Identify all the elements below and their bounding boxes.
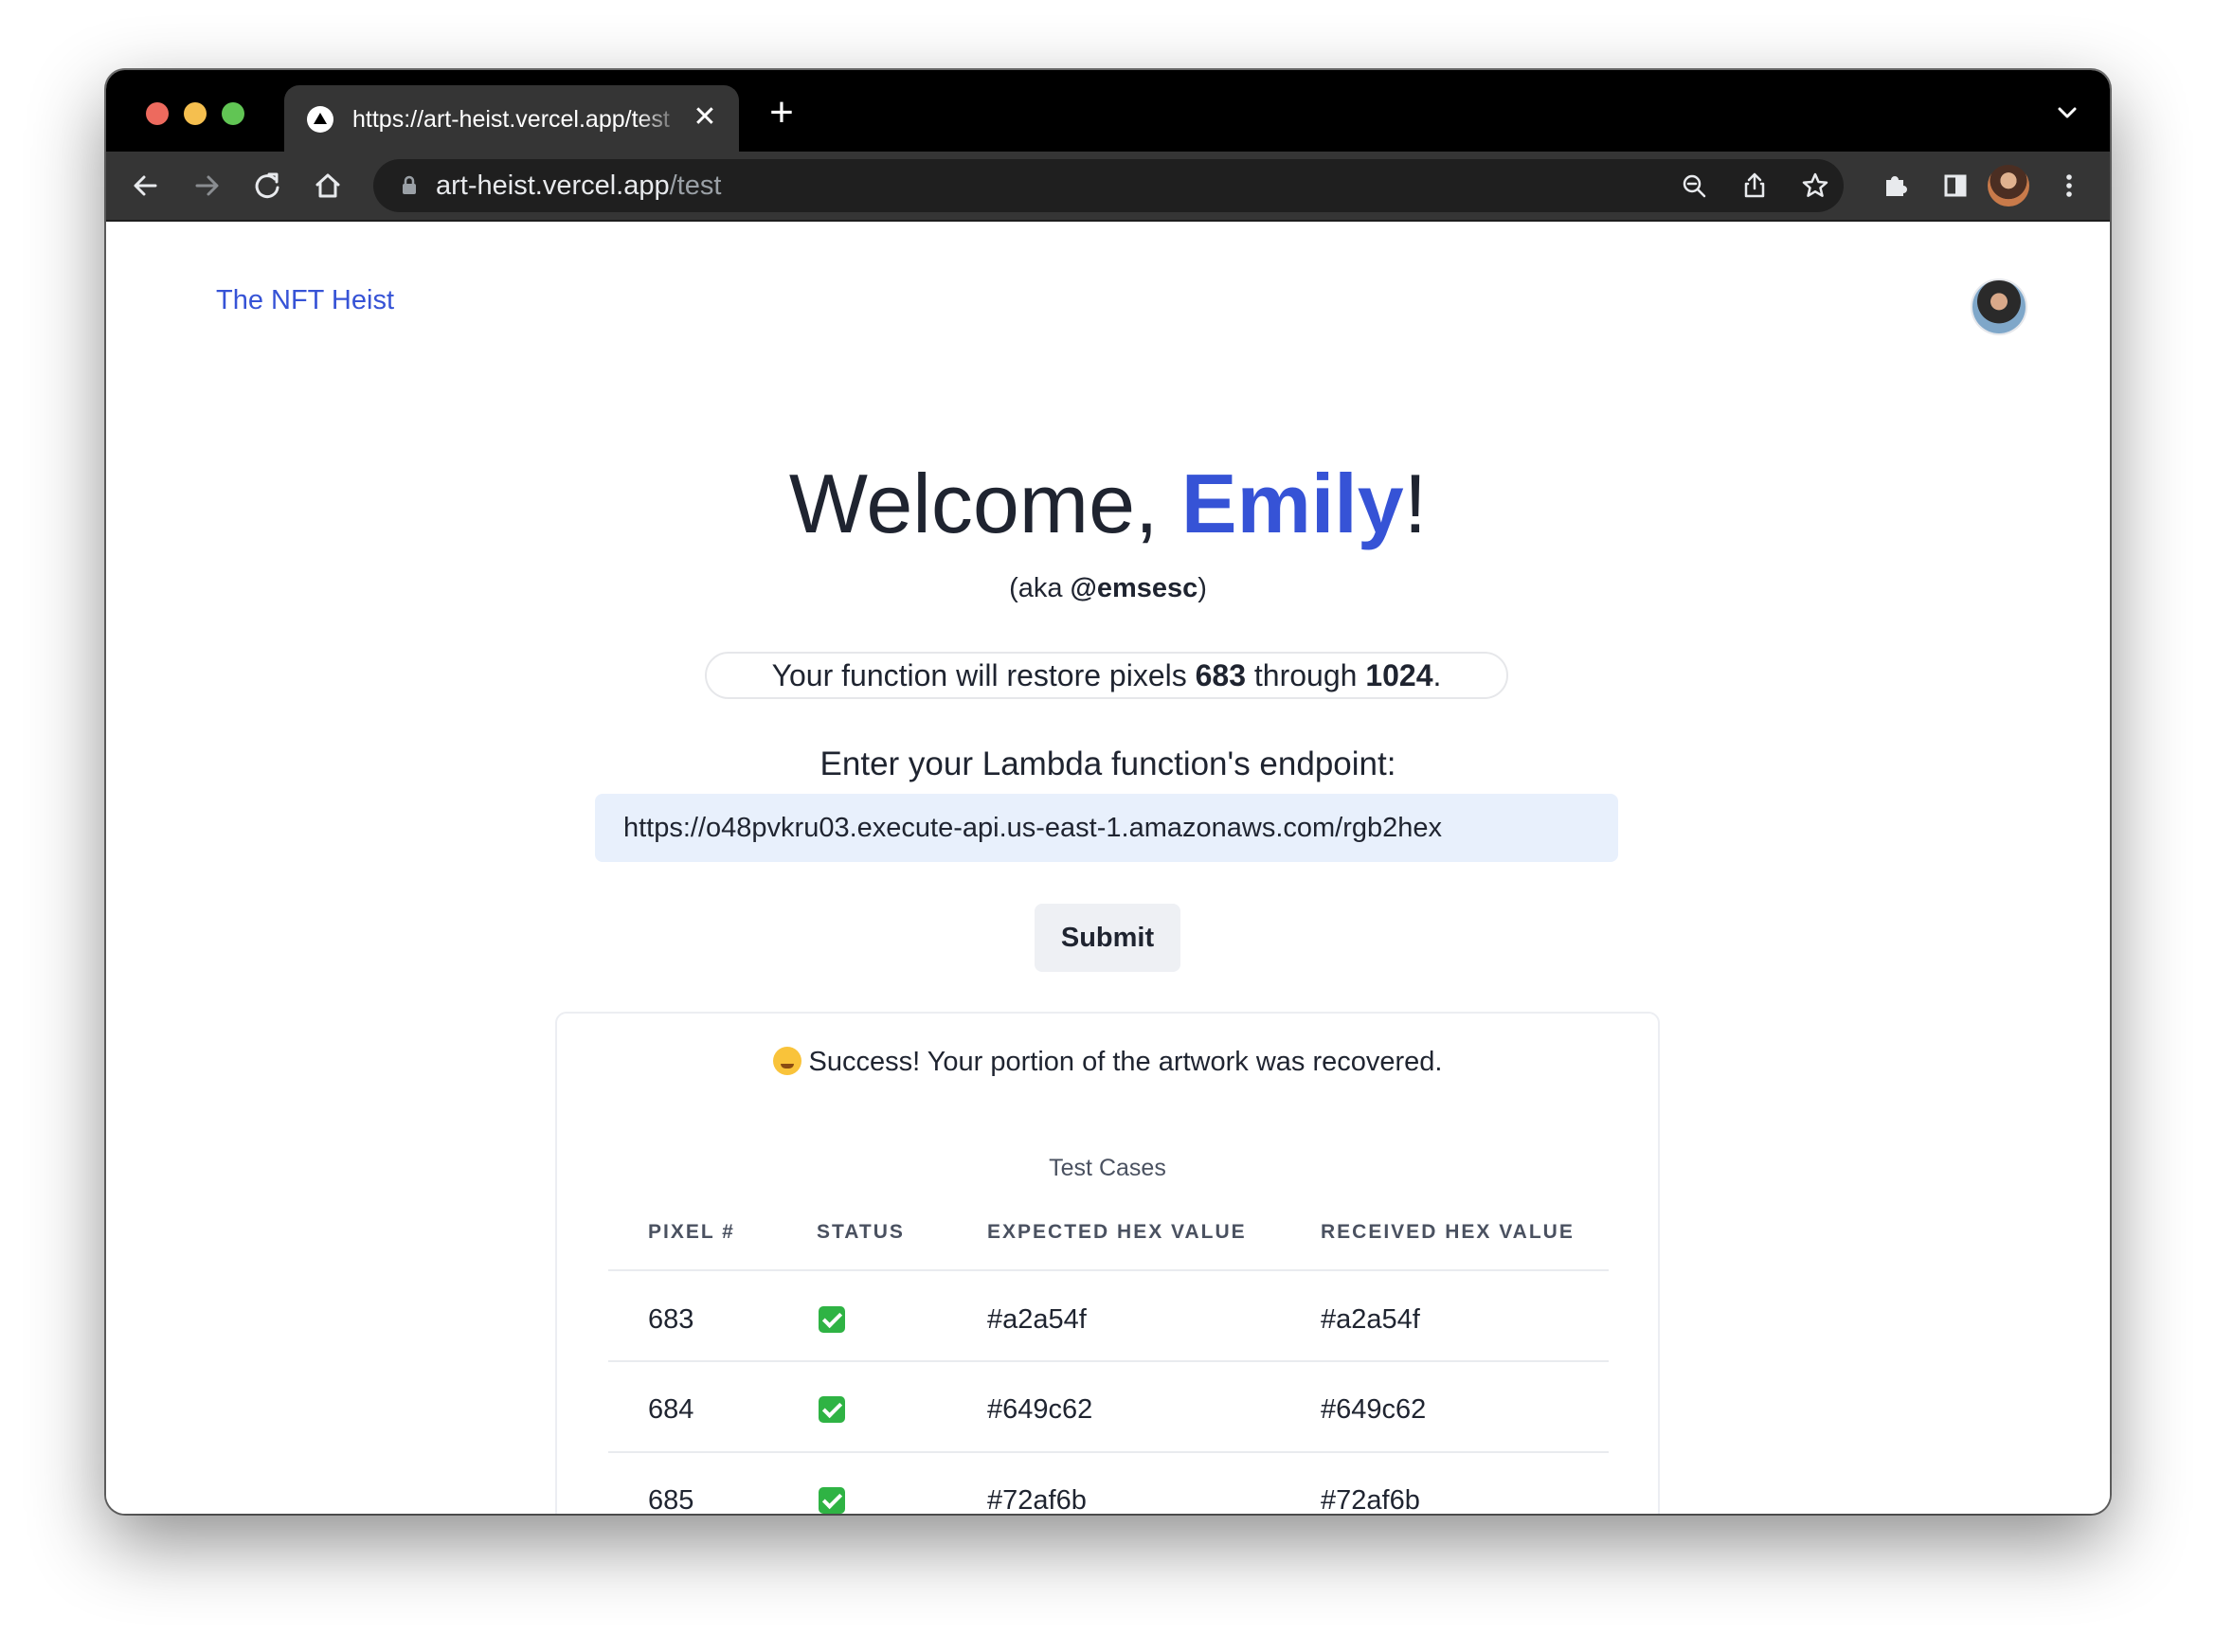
cell-expected: #a2a54f [987,1304,1087,1335]
range-middle: through [1246,658,1366,692]
tab-search-chevron-icon[interactable] [2053,99,2081,127]
new-tab-button[interactable]: + [758,89,805,136]
pixel-range-badge: Your function will restore pixels 683 th… [705,652,1508,699]
side-panel-icon[interactable] [1935,165,1976,206]
welcome-suffix: ! [1403,457,1428,550]
home-icon[interactable] [307,165,349,206]
cell-pixel: 685 [648,1485,694,1514]
site-title-link[interactable]: The NFT Heist [216,284,394,316]
page-content: The NFT Heist Welcome, Emily! (aka @emse… [106,222,2110,1514]
range-prefix: Your function will restore pixels [771,658,1196,692]
aka-prefix: (aka [1009,573,1071,603]
tab-strip: https://art-heist.vercel.app/test ✕ + [106,70,2110,152]
success-text: Success! Your portion of the artwork was… [808,1047,1443,1077]
user-handle-line: (aka @emsesc) [106,572,2110,604]
maximize-window-button[interactable] [222,102,244,125]
minimize-window-button[interactable] [184,102,207,125]
row-divider [608,1451,1609,1453]
range-end: 1024 [1365,658,1433,692]
check-mark-icon [819,1396,845,1423]
share-icon[interactable] [1734,165,1775,206]
url-host: art-heist.vercel.app [436,171,670,201]
browser-tab[interactable]: https://art-heist.vercel.app/test ✕ [284,85,739,152]
user-name: Emily [1180,457,1404,550]
tab-title: https://art-heist.vercel.app/test [352,106,670,133]
address-bar[interactable]: art-heist.vercel.app/test [373,159,1844,212]
cell-pixel: 683 [648,1304,694,1335]
welcome-prefix: Welcome, [788,457,1181,550]
column-header-pixel: PIXEL # [648,1221,735,1243]
cell-received: #a2a54f [1321,1304,1420,1335]
range-start: 683 [1195,658,1247,692]
browser-toolbar: art-heist.vercel.app/test [106,152,2110,222]
cell-received: #649c62 [1321,1394,1427,1425]
endpoint-input[interactable] [595,794,1618,862]
column-header-received: RECEIVED HEX VALUE [1321,1221,1575,1243]
column-header-expected: EXPECTED HEX VALUE [987,1221,1247,1243]
row-divider [608,1360,1609,1362]
zoom-icon[interactable] [1673,165,1715,206]
user-avatar[interactable] [1972,280,2026,333]
browser-profile-avatar[interactable] [1988,165,2029,206]
table-caption: Test Cases [1049,1155,1166,1181]
partying-face-icon [772,1047,801,1075]
close-tab-icon[interactable]: ✕ [690,102,720,133]
forward-arrow-icon[interactable] [186,165,227,206]
result-card: Success! Your portion of the artwork was… [555,1012,1660,1514]
range-suffix: . [1432,658,1442,692]
url-text[interactable]: art-heist.vercel.app/test [436,171,721,201]
lock-icon[interactable] [396,172,423,199]
url-path: /test [669,171,722,201]
user-handle: @emsesc [1070,573,1198,603]
more-menu-icon[interactable] [2048,165,2090,206]
welcome-heading: Welcome, Emily! [106,458,2110,549]
check-mark-icon [819,1487,845,1514]
vercel-favicon-icon [307,106,333,133]
browser-window: https://art-heist.vercel.app/test ✕ + ar… [106,70,2110,1514]
check-mark-icon [819,1306,845,1333]
header-divider [608,1269,1609,1271]
cell-pixel: 684 [648,1394,694,1425]
column-header-status: STATUS [817,1221,905,1243]
cell-expected: #72af6b [987,1485,1087,1514]
back-arrow-icon[interactable] [125,165,167,206]
bookmark-star-icon[interactable] [1794,165,1836,206]
reload-icon[interactable] [246,165,288,206]
submit-button[interactable]: Submit [1035,904,1180,972]
extensions-puzzle-icon[interactable] [1874,165,1916,206]
cell-received: #72af6b [1321,1485,1420,1514]
endpoint-label: Enter your Lambda function's endpoint: [819,745,1396,782]
success-message: Success! Your portion of the artwork was… [557,1046,1658,1078]
close-window-button[interactable] [146,102,169,125]
aka-suffix: ) [1198,573,1207,603]
cell-expected: #649c62 [987,1394,1093,1425]
